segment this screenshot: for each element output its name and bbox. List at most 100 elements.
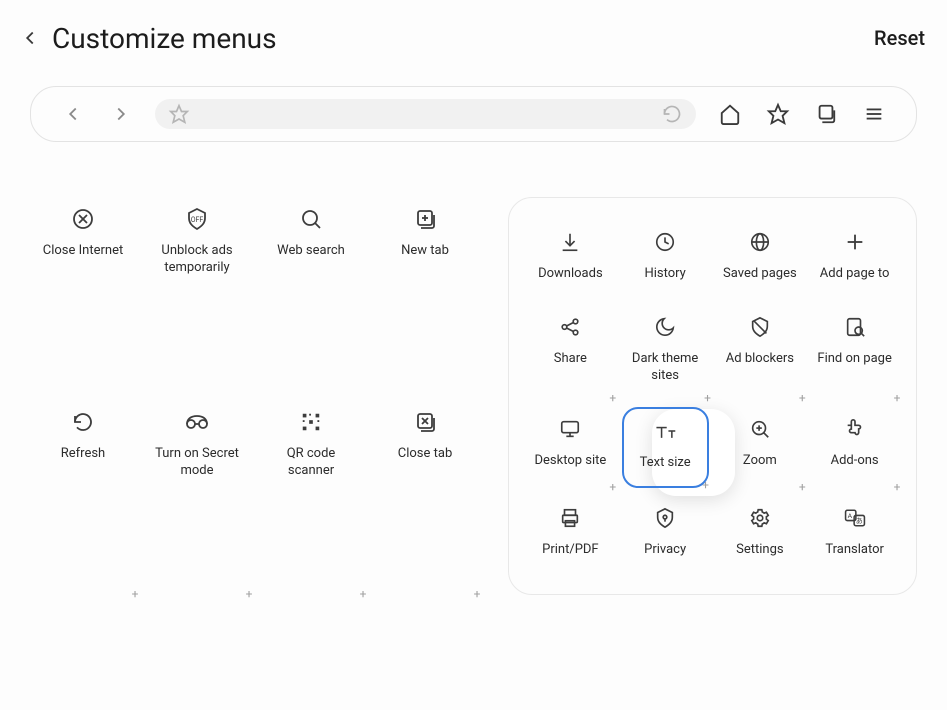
menu-item-add-page-to[interactable]: Add page to	[811, 220, 898, 297]
menu-label: QR code scanner	[262, 446, 360, 480]
menu-item-privacy[interactable]: Privacy	[622, 496, 709, 573]
secret-mode-icon	[183, 408, 211, 436]
menu-item-new-tab[interactable]: New tab	[372, 197, 478, 392]
menu-label: Desktop site	[534, 453, 606, 470]
menu-item-zoom[interactable]: Zoom +	[717, 407, 804, 488]
bookmarks-icon[interactable]	[764, 100, 792, 128]
share-icon	[556, 313, 584, 341]
menu-item-print-pdf[interactable]: Print/PDF	[527, 496, 614, 573]
menu-label: Downloads	[538, 266, 603, 283]
text-size-icon	[651, 417, 679, 445]
menu-item-close-internet[interactable]: Close Internet	[30, 197, 136, 392]
download-icon	[556, 228, 584, 256]
menu-label: Print/PDF	[542, 542, 598, 559]
plus-badge: +	[890, 391, 904, 405]
toolbar-preview	[30, 86, 917, 142]
tabs-icon[interactable]	[812, 100, 840, 128]
reload-icon	[662, 104, 682, 124]
close-tab-icon	[411, 408, 439, 436]
gear-icon	[746, 504, 774, 532]
menu-label: Ad blockers	[726, 351, 794, 368]
menu-label: Text size	[640, 455, 691, 472]
menu-item-secret-mode[interactable]: Turn on Secret mode +	[144, 400, 250, 595]
menu-label: Find on page	[817, 351, 891, 368]
plus-badge: +	[701, 391, 715, 405]
menu-item-saved-pages[interactable]: Saved pages	[717, 220, 804, 297]
menu-item-settings[interactable]: Settings	[717, 496, 804, 573]
back-button[interactable]	[12, 20, 48, 56]
plus-icon	[841, 228, 869, 256]
menu-item-desktop-site[interactable]: Desktop site +	[527, 407, 614, 488]
plus-badge: +	[699, 478, 713, 492]
menu-label: Privacy	[644, 542, 686, 559]
svg-text:OFF: OFF	[191, 216, 204, 224]
menu-label: Refresh	[61, 446, 105, 463]
menu-item-ad-blockers[interactable]: Ad blockers +	[717, 305, 804, 399]
plus-badge: +	[606, 480, 620, 494]
menu-item-close-tab[interactable]: Close tab +	[372, 400, 478, 595]
new-tab-icon	[411, 205, 439, 233]
menu-item-refresh[interactable]: Refresh +	[30, 400, 136, 595]
menu-label: Add-ons	[831, 453, 879, 470]
menu-item-find-on-page[interactable]: Find on page +	[811, 305, 898, 399]
saved-pages-icon	[746, 228, 774, 256]
menu-item-qr-scanner[interactable]: QR code scanner +	[258, 400, 364, 595]
menu-label: Close Internet	[43, 243, 123, 260]
menu-label: History	[644, 266, 685, 283]
active-menu-panel: Downloads History Saved pages Add page t…	[508, 197, 917, 595]
chevron-left-icon	[19, 27, 41, 49]
shield-icon	[746, 313, 774, 341]
qr-icon	[297, 408, 325, 436]
svg-text:A: A	[847, 512, 852, 520]
active-items-grid: Downloads History Saved pages Add page t…	[527, 220, 898, 572]
menu-item-translator[interactable]: Aあ Translator	[811, 496, 898, 573]
menu-item-dark-theme[interactable]: Dark theme sites +	[622, 305, 709, 399]
menu-item-share[interactable]: Share +	[527, 305, 614, 399]
menu-item-web-search[interactable]: Web search	[258, 197, 364, 392]
menu-item-downloads[interactable]: Downloads	[527, 220, 614, 297]
menu-item-history[interactable]: History	[622, 220, 709, 297]
reset-button[interactable]: Reset	[874, 26, 925, 50]
plus-badge: +	[470, 587, 484, 601]
puzzle-icon	[841, 415, 869, 443]
plus-badge: +	[242, 587, 256, 601]
menu-label: New tab	[401, 243, 449, 260]
plus-badge: +	[795, 480, 809, 494]
refresh-icon	[69, 408, 97, 436]
menu-label: Saved pages	[723, 266, 797, 283]
find-page-icon	[841, 313, 869, 341]
menu-item-add-ons[interactable]: Add-ons +	[811, 407, 898, 488]
menu-item-text-size[interactable]: Text size +	[622, 407, 709, 488]
menu-label: Share	[554, 351, 587, 368]
header: Customize menus Reset	[0, 0, 947, 76]
menu-label: Web search	[277, 243, 345, 260]
star-icon	[169, 104, 189, 124]
privacy-icon	[651, 504, 679, 532]
plus-badge: +	[606, 391, 620, 405]
search-icon	[297, 205, 325, 233]
close-circle-icon	[69, 205, 97, 233]
plus-badge: +	[795, 391, 809, 405]
menu-item-unblock-ads[interactable]: OFF Unblock ads temporarily	[144, 197, 250, 392]
translate-icon: Aあ	[841, 504, 869, 532]
zoom-icon	[746, 415, 774, 443]
desktop-icon	[556, 415, 584, 443]
plus-badge: +	[128, 587, 142, 601]
url-bar[interactable]	[155, 99, 696, 129]
moon-icon	[651, 313, 679, 341]
home-icon[interactable]	[716, 100, 744, 128]
menu-icon[interactable]	[860, 100, 888, 128]
nav-forward-icon[interactable]	[107, 100, 135, 128]
menu-label: Close tab	[398, 446, 453, 463]
menu-label: Add page to	[820, 266, 890, 283]
nav-back-icon[interactable]	[59, 100, 87, 128]
menu-label: Unblock ads temporarily	[148, 243, 246, 277]
plus-badge: +	[356, 587, 370, 601]
history-icon	[651, 228, 679, 256]
menu-label: Zoom	[743, 453, 777, 470]
grid-container: Close Internet OFF Unblock ads temporari…	[0, 152, 947, 595]
menu-label: Translator	[825, 542, 884, 559]
plus-badge: +	[890, 480, 904, 494]
menu-label: Turn on Secret mode	[148, 446, 246, 480]
svg-text:あ: あ	[855, 517, 862, 525]
